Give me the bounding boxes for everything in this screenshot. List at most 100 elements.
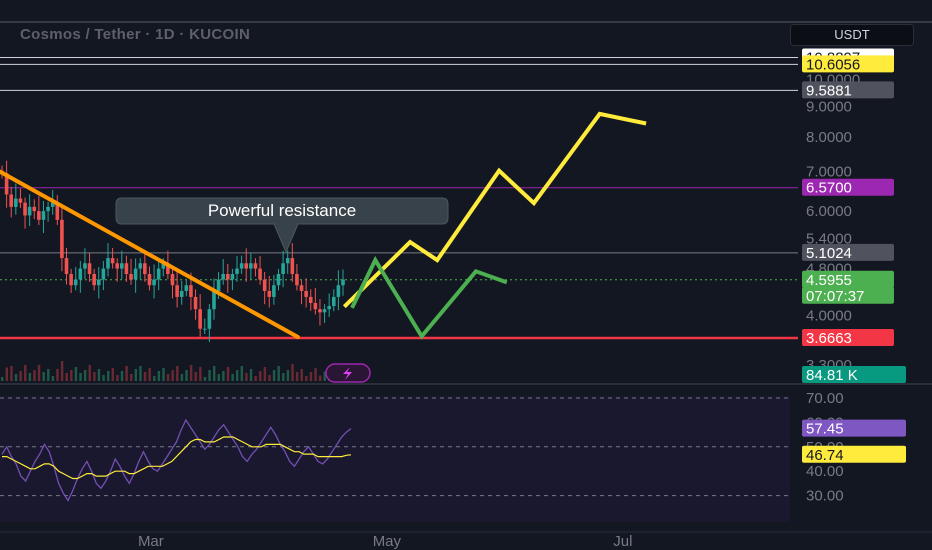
candle-body bbox=[318, 309, 322, 313]
volume-bar bbox=[194, 372, 197, 381]
volume-bar bbox=[305, 376, 308, 381]
volume-bar bbox=[314, 368, 317, 381]
volume-bar bbox=[171, 370, 174, 381]
candle-body bbox=[189, 285, 193, 297]
volume-bar bbox=[70, 370, 73, 381]
candle-body bbox=[143, 263, 147, 275]
volume-bar bbox=[125, 366, 128, 381]
volume-bar bbox=[231, 374, 234, 381]
volume-bar bbox=[162, 368, 165, 381]
candle-body bbox=[170, 274, 175, 286]
candle-body bbox=[304, 291, 308, 297]
volume-bar bbox=[111, 368, 114, 381]
rsi-value-badge: 57.45 bbox=[806, 421, 844, 438]
candle-body bbox=[179, 291, 184, 297]
volume-bar bbox=[148, 368, 151, 381]
candle-body bbox=[239, 263, 244, 269]
candle-body bbox=[341, 279, 345, 286]
candle-body bbox=[41, 211, 46, 220]
volume-bar bbox=[42, 372, 45, 381]
candle-body bbox=[193, 296, 198, 310]
volume-bar bbox=[176, 366, 179, 381]
volume-bar bbox=[14, 374, 18, 381]
volume-bar bbox=[249, 369, 253, 381]
price-badge: 4.5955 bbox=[806, 272, 852, 289]
volume-bar bbox=[286, 370, 290, 381]
volume-bar bbox=[309, 372, 313, 381]
volume-bar bbox=[300, 369, 303, 381]
candle-body bbox=[78, 268, 83, 280]
volume-bar bbox=[226, 367, 230, 381]
candle-body bbox=[313, 302, 318, 310]
candle-body bbox=[258, 268, 262, 280]
candle-body bbox=[106, 258, 110, 269]
candle-body bbox=[156, 268, 161, 280]
volume-bar bbox=[60, 361, 64, 381]
volume-bar bbox=[157, 371, 161, 381]
volume-bar bbox=[236, 370, 239, 381]
candle-body bbox=[216, 279, 221, 292]
rsi-band bbox=[0, 396, 790, 522]
candle-body bbox=[225, 274, 230, 280]
candle-body bbox=[249, 263, 253, 269]
price-badge: 3.6663 bbox=[806, 330, 852, 347]
chart-canvas[interactable]: Powerful resistance10.00009.00008.00007.… bbox=[0, 0, 932, 550]
candle-body bbox=[96, 279, 101, 286]
chart-title: Cosmos / Tether · 1D · KUCOIN bbox=[20, 26, 251, 43]
candle-body bbox=[60, 219, 64, 259]
rsi-tick-label: 40.00 bbox=[806, 463, 844, 480]
candle-body bbox=[290, 258, 295, 275]
volume-bar bbox=[116, 375, 119, 381]
candle-body bbox=[69, 274, 73, 286]
volume-bar bbox=[19, 371, 22, 381]
candle-body bbox=[18, 198, 23, 203]
volume-bar bbox=[10, 366, 13, 381]
volume-bar bbox=[93, 372, 96, 381]
candle-body bbox=[295, 274, 299, 286]
volume-bar bbox=[263, 367, 267, 381]
volume-bar bbox=[166, 374, 170, 381]
volume-bar bbox=[47, 369, 50, 381]
candle-body bbox=[198, 309, 202, 329]
volume-bar bbox=[106, 371, 110, 381]
candle-body bbox=[207, 309, 212, 329]
candle-body bbox=[281, 263, 285, 275]
volume-bar bbox=[24, 365, 27, 381]
candle-body bbox=[101, 268, 106, 280]
candle-body bbox=[110, 258, 115, 264]
candle-body bbox=[336, 285, 341, 297]
candle-body bbox=[285, 258, 290, 264]
price-tick-label: 8.0000 bbox=[806, 129, 852, 146]
volume-bar bbox=[65, 373, 68, 381]
volume-bar bbox=[277, 366, 280, 381]
time-tick-label: Mar bbox=[138, 533, 164, 550]
candle-body bbox=[32, 206, 37, 212]
volume-bar bbox=[189, 365, 193, 381]
volume-bar bbox=[56, 369, 59, 381]
annotation-label: Powerful resistance bbox=[208, 201, 356, 220]
volume-bar bbox=[143, 372, 147, 381]
currency-button[interactable]: USDT bbox=[790, 24, 914, 46]
time-tick-label: Jul bbox=[613, 533, 632, 550]
volume-bar bbox=[212, 366, 216, 381]
volume-bar bbox=[199, 367, 202, 381]
candle-body bbox=[152, 279, 156, 286]
volume-bar bbox=[28, 373, 32, 381]
volume-bar bbox=[318, 375, 322, 381]
candle-body bbox=[253, 263, 258, 269]
candle-body bbox=[129, 274, 133, 280]
candle-body bbox=[73, 279, 78, 286]
volume-bar bbox=[5, 367, 9, 381]
volume-bar bbox=[51, 376, 55, 381]
candle-body bbox=[267, 291, 272, 297]
rsi-value-badge: 46.74 bbox=[806, 447, 844, 464]
volume-bar bbox=[37, 365, 41, 381]
price-badge: 07:07:37 bbox=[806, 288, 864, 305]
candle-body bbox=[133, 268, 138, 280]
candle-body bbox=[92, 274, 96, 286]
volume-bar bbox=[102, 375, 105, 381]
price-tick-label: 6.0000 bbox=[806, 203, 852, 220]
price-badge: 5.1024 bbox=[806, 245, 852, 262]
volume-bar bbox=[130, 374, 133, 381]
candle-body bbox=[331, 296, 336, 307]
